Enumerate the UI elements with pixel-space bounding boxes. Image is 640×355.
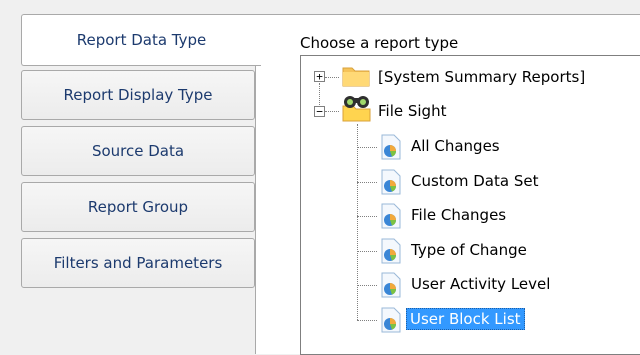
tab-filters-and-parameters[interactable]: Filters and Parameters	[21, 238, 255, 288]
tree-connector	[325, 111, 339, 112]
tree-item-type-of-change[interactable]: Type of Change	[408, 236, 530, 264]
tree-connector	[357, 147, 377, 148]
report-wizard: Report Data Type Report Display Type Sou…	[0, 0, 640, 355]
collapse-toggle[interactable]: −	[314, 106, 325, 117]
binoculars-folder-icon	[339, 92, 373, 126]
tree-item-custom-data-set[interactable]: Custom Data Set	[408, 167, 541, 195]
tab-label: Report Group	[87, 198, 189, 216]
tab-report-group[interactable]: Report Group	[21, 182, 255, 232]
tab-label: Report Data Type	[76, 31, 207, 49]
tree-connector	[319, 83, 320, 105]
tab-label: Filters and Parameters	[53, 254, 223, 272]
tab-report-data-type[interactable]: Report Data Type	[21, 14, 261, 66]
tree-connector	[357, 251, 377, 252]
report-pie-icon	[378, 237, 404, 269]
report-pie-icon	[378, 271, 404, 303]
expand-toggle[interactable]: +	[314, 71, 325, 82]
tree-item-user-block-list[interactable]: User Block List	[406, 305, 525, 333]
report-pie-icon	[378, 306, 404, 338]
tree-connector	[357, 182, 377, 183]
tree-item-user-activity-level[interactable]: User Activity Level	[408, 270, 553, 298]
tab-label: Report Display Type	[63, 86, 213, 104]
tree-connector	[357, 285, 377, 286]
tree-connector	[357, 216, 377, 217]
tree-group-file-sight[interactable]: File Sight	[375, 97, 449, 125]
report-pie-icon	[378, 168, 404, 200]
tree-item-all-changes[interactable]: All Changes	[408, 132, 503, 160]
report-pie-icon	[378, 133, 404, 165]
tree-connector	[357, 124, 358, 320]
tab-label: Source Data	[91, 142, 185, 160]
tab-report-display-type[interactable]: Report Display Type	[21, 70, 255, 120]
tree-connector	[325, 77, 339, 78]
tree-connector	[357, 320, 377, 321]
report-pie-icon	[378, 202, 404, 234]
tree-item-file-changes[interactable]: File Changes	[408, 201, 509, 229]
tree-group-system-summary-reports[interactable]: [System Summary Reports]	[375, 63, 588, 91]
tab-source-data[interactable]: Source Data	[21, 126, 255, 176]
report-type-label: Choose a report type	[300, 34, 459, 52]
folder-icon	[341, 62, 371, 92]
